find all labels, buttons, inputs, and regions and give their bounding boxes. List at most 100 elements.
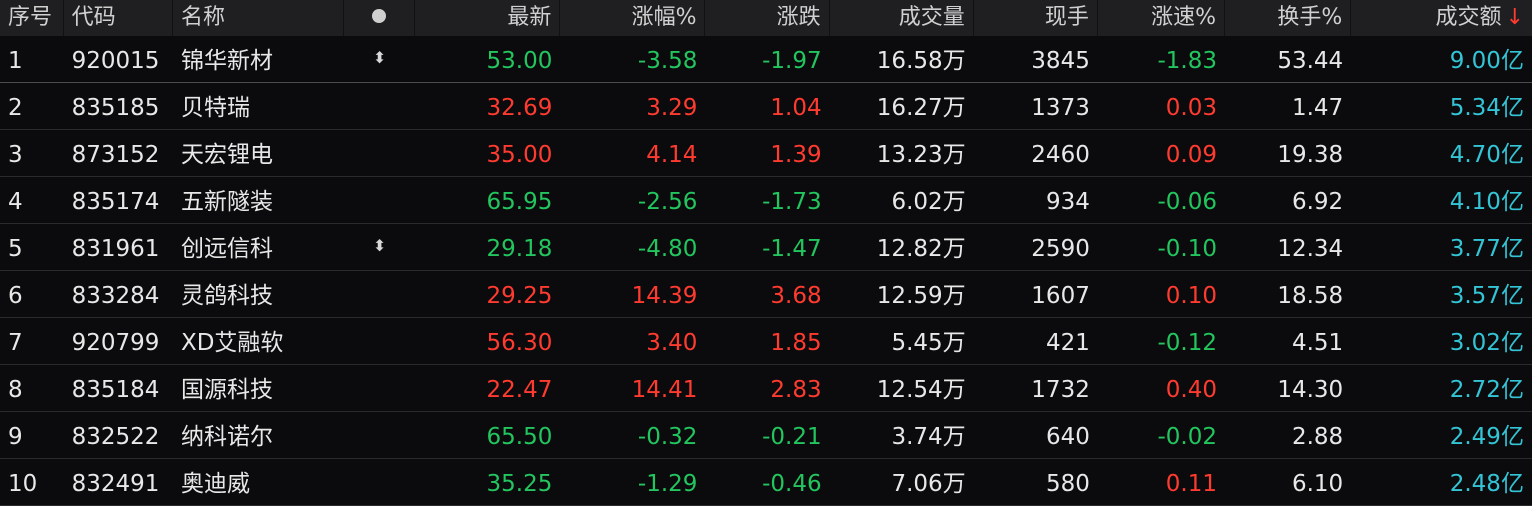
header-volume[interactable]: 成交量 [830, 0, 974, 36]
stock-name: 灵鸽科技 [180, 283, 273, 309]
row-index: 6 [8, 283, 23, 309]
header-change-percent[interactable]: 涨幅% [560, 0, 706, 36]
table-row[interactable]: 8 835184 国源科技 22.47 14.41 2.83 12.54万 1732 0.40 1… [0, 365, 1532, 412]
table-row[interactable]: 3 873152 天宏锂电 35.00 4.14 1.39 13.23万 2460 0.09 19… [0, 130, 1532, 177]
speed-percent: 0.40 [1165, 377, 1218, 403]
change-value: 1.85 [770, 330, 822, 356]
volume: 6.02万 [891, 189, 966, 215]
row-index: 7 [8, 330, 23, 356]
header-amount[interactable]: 成交额 ↓ [1351, 0, 1532, 36]
row-index: 3 [8, 142, 23, 168]
table-row[interactable]: 9 832522 纳科诺尔 65.50 -0.32 -0.21 3.74万 640 -0.02 2… [0, 412, 1532, 459]
change-value: 1.39 [770, 142, 822, 168]
change-percent: 3.40 [646, 330, 698, 356]
header-turnover-rate[interactable]: 换手% [1225, 0, 1352, 36]
stock-code: 832522 [71, 424, 160, 450]
stock-code: 920799 [71, 330, 160, 356]
current-lot: 1732 [1031, 377, 1090, 403]
change-percent: 14.41 [631, 377, 698, 403]
stock-name: 贝特瑞 [180, 95, 250, 121]
row-index: 8 [8, 377, 23, 403]
speed-percent: -0.02 [1157, 424, 1218, 450]
header-name[interactable]: 名称 [173, 0, 344, 36]
stock-name: 奥迪威 [180, 471, 250, 497]
volume: 16.27万 [876, 95, 966, 121]
speed-percent: 0.11 [1165, 471, 1218, 497]
table-row[interactable]: 10 832491 奥迪威 35.25 -1.29 -0.46 7.06万 580 0.11 6.… [0, 459, 1532, 506]
stock-table: 序号 代码 名称 最新 涨幅% 涨跌 成交量 现手 涨速% 换手% 成交额 ↓ 1… [0, 0, 1532, 506]
header-current-lot[interactable]: 现手 [974, 0, 1098, 36]
header-change[interactable]: 涨跌 [705, 0, 830, 36]
speed-percent: 0.10 [1165, 283, 1218, 309]
table-row[interactable]: 1 920015 锦华新材 ⬍ 53.00 -3.58 -1.97 16.58万 3845 -1.… [0, 36, 1532, 83]
stock-code: 833284 [71, 283, 160, 309]
row-marker [344, 271, 416, 317]
latest-price: 35.00 [486, 142, 553, 168]
change-value: -0.46 [762, 471, 822, 497]
stock-name: 五新隧装 [180, 189, 273, 215]
table-row[interactable]: 2 835185 贝特瑞 32.69 3.29 1.04 16.27万 1373 0.03 1.4… [0, 83, 1532, 130]
turnover-rate: 18.58 [1277, 283, 1344, 309]
speed-percent: 0.03 [1165, 95, 1218, 121]
row-index: 10 [8, 471, 38, 497]
stock-name: 创远信科 [180, 236, 273, 262]
trade-amount: 3.57亿 [1449, 283, 1524, 309]
latest-price: 65.50 [486, 424, 553, 450]
stock-name: 天宏锂电 [180, 142, 273, 168]
change-value: 3.68 [770, 283, 822, 309]
row-marker [344, 412, 416, 458]
change-percent: -2.56 [637, 189, 698, 215]
change-value: 2.83 [770, 377, 822, 403]
table-body: 1 920015 锦华新材 ⬍ 53.00 -3.58 -1.97 16.58万 3845 -1.… [0, 36, 1532, 506]
speed-percent: -0.10 [1157, 236, 1218, 262]
current-lot: 640 [1045, 424, 1090, 450]
stock-name: 锦华新材 [180, 48, 273, 74]
dot-icon [372, 9, 387, 23]
latest-price: 29.25 [486, 283, 553, 309]
stock-code: 835174 [71, 189, 160, 215]
current-lot: 2460 [1031, 142, 1090, 168]
current-lot: 934 [1045, 189, 1090, 215]
volume: 3.74万 [891, 424, 966, 450]
change-percent: 4.14 [646, 142, 698, 168]
row-marker [344, 365, 416, 411]
header-marker-column[interactable] [344, 0, 416, 36]
current-lot: 421 [1045, 330, 1090, 356]
table-row[interactable]: 7 920799 XD艾融软 56.30 3.40 1.85 5.45万 421 -0.12 4.… [0, 318, 1532, 365]
latest-price: 65.95 [486, 189, 553, 215]
change-value: -1.47 [762, 236, 822, 262]
current-lot: 1607 [1031, 283, 1090, 309]
stock-code: 873152 [71, 142, 160, 168]
up-down-marker-icon: ⬍ [372, 236, 387, 255]
row-index: 2 [8, 95, 23, 121]
stock-code: 835184 [71, 377, 160, 403]
volume: 12.82万 [876, 236, 966, 262]
current-lot: 580 [1045, 471, 1090, 497]
trade-amount: 2.49亿 [1449, 424, 1524, 450]
table-row[interactable]: 4 835174 五新隧装 65.95 -2.56 -1.73 6.02万 934 -0.06 6… [0, 177, 1532, 224]
row-marker: ⬍ [344, 36, 416, 82]
change-percent: 14.39 [631, 283, 698, 309]
sort-desc-arrow-icon: ↓ [1505, 5, 1524, 30]
row-marker [344, 318, 416, 364]
turnover-rate: 2.88 [1291, 424, 1344, 450]
turnover-rate: 6.10 [1291, 471, 1344, 497]
trade-amount: 5.34亿 [1449, 95, 1524, 121]
latest-price: 56.30 [486, 330, 553, 356]
change-percent: -1.29 [637, 471, 698, 497]
stock-code: 832491 [71, 471, 160, 497]
table-row[interactable]: 5 831961 创远信科 ⬍ 29.18 -4.80 -1.47 12.82万 2590 -0.… [0, 224, 1532, 271]
stock-name: 纳科诺尔 [180, 424, 273, 450]
header-speed[interactable]: 涨速% [1098, 0, 1226, 36]
turnover-rate: 1.47 [1291, 95, 1344, 121]
header-index[interactable]: 序号 [0, 0, 64, 36]
stock-name: XD艾融软 [180, 330, 284, 356]
header-code[interactable]: 代码 [64, 0, 173, 36]
table-row[interactable]: 6 833284 灵鸽科技 29.25 14.39 3.68 12.59万 1607 0.10 1… [0, 271, 1532, 318]
change-percent: -0.32 [637, 424, 698, 450]
trade-amount: 9.00亿 [1449, 48, 1524, 74]
latest-price: 29.18 [486, 236, 553, 262]
turnover-rate: 4.51 [1291, 330, 1344, 356]
header-latest-price[interactable]: 最新 [415, 0, 561, 36]
row-marker: ⬍ [344, 224, 416, 270]
